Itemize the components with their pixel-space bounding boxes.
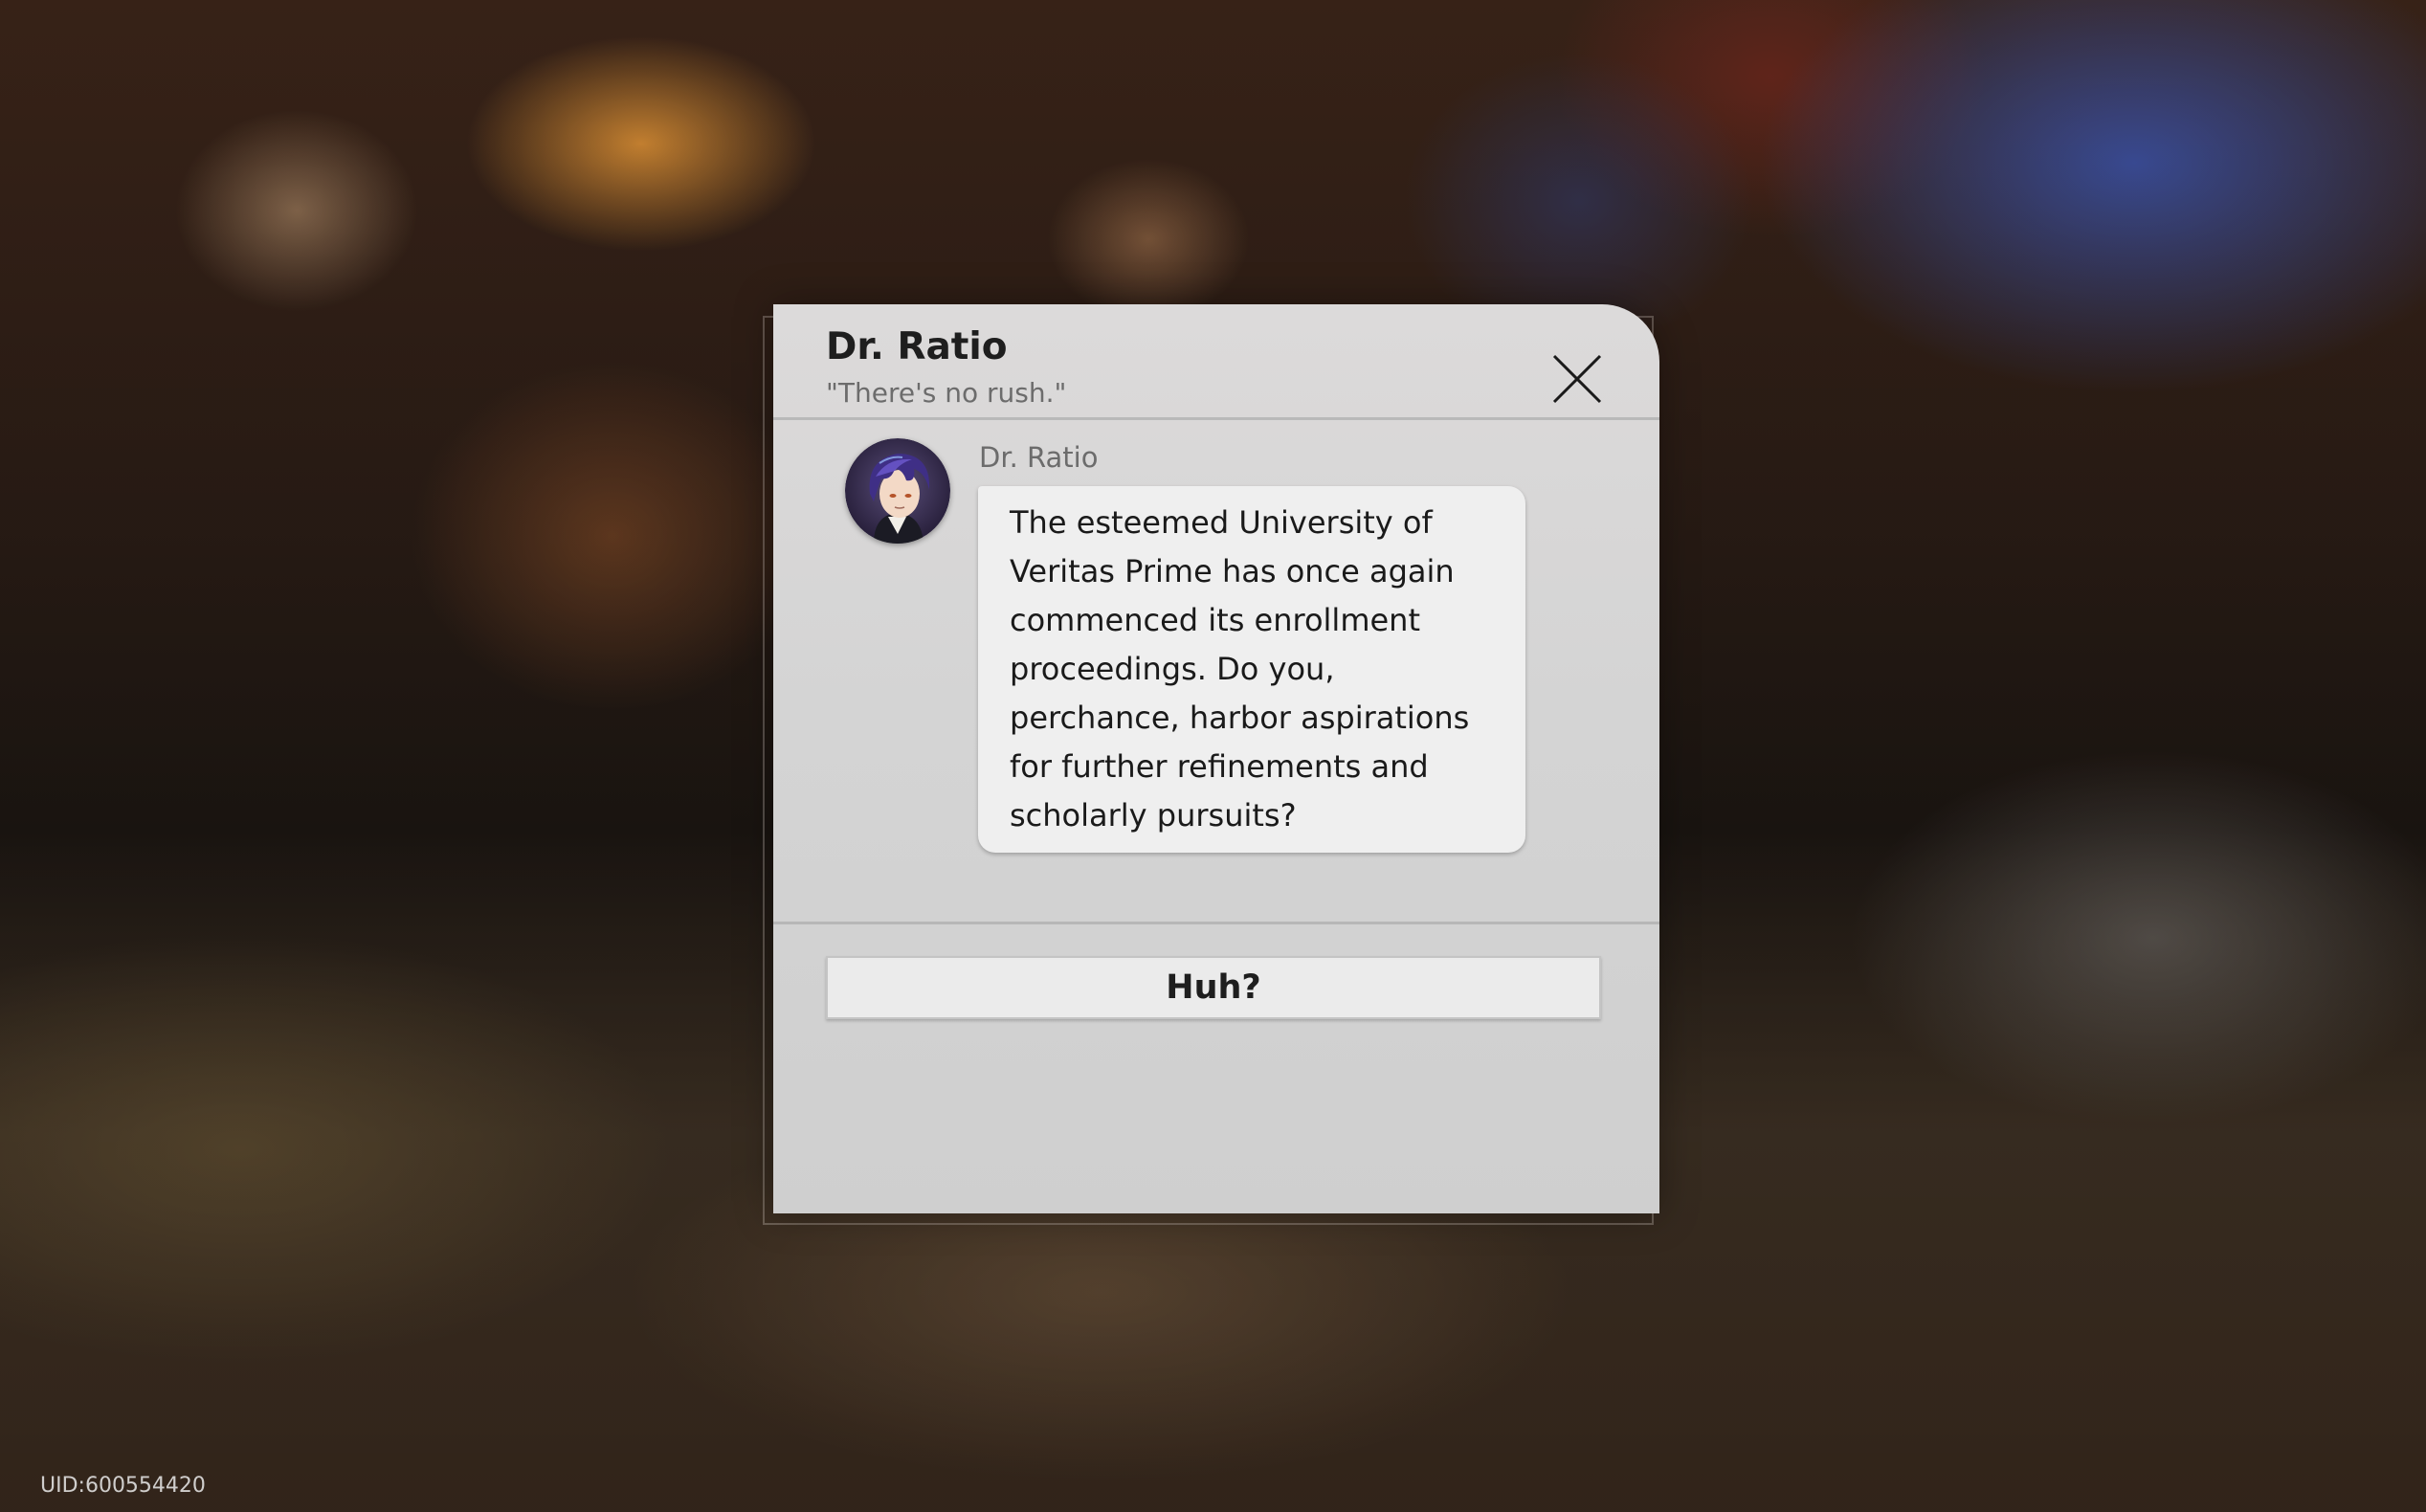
close-button[interactable]	[1550, 352, 1604, 406]
message-text: The esteemed University of Veritas Prime…	[1010, 504, 1470, 834]
reply-divider	[773, 922, 1659, 924]
message-dialog: Dr. Ratio "There's no rush." Dr. Ratio T…	[773, 304, 1659, 1213]
dialog-header: Dr. Ratio "There's no rush."	[773, 304, 1659, 420]
contact-name-title: Dr. Ratio	[826, 325, 1008, 368]
message-bubble: The esteemed University of Veritas Prime…	[978, 486, 1525, 853]
reply-option-button[interactable]: Huh?	[826, 956, 1601, 1019]
close-x-icon	[1552, 354, 1602, 404]
dr-ratio-avatar	[845, 438, 950, 544]
message-sender-name: Dr. Ratio	[979, 441, 1099, 474]
player-uid: UID:600554420	[40, 1474, 206, 1498]
contact-signature: "There's no rush."	[826, 377, 1067, 409]
